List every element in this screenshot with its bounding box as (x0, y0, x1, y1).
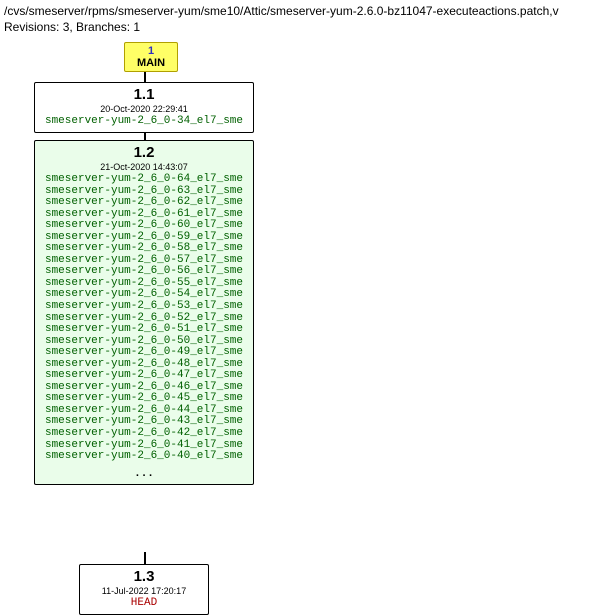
revision-tags: smeserver-yum-2_6_0-34_el7_sme (35, 114, 253, 132)
repo-path: /cvs/smeserver/rpms/smeserver-yum/sme10/… (4, 4, 592, 18)
revision-version: 1.2 (35, 141, 253, 161)
branch-label: MAIN (131, 57, 171, 69)
revision-date: 20-Oct-2020 22:29:41 (35, 104, 253, 114)
revision-node-1.2[interactable]: 1.2 21-Oct-2020 14:43:07 smeserver-yum-2… (34, 140, 254, 485)
overflow-ellipsis: ... (35, 467, 253, 485)
revision-tags: HEAD (80, 596, 208, 614)
revision-version: 1.1 (35, 83, 253, 103)
revision-date: 11-Jul-2022 17:20:17 (80, 586, 208, 596)
revision-date: 21-Oct-2020 14:43:07 (35, 162, 253, 172)
revision-node-1.3[interactable]: 1.3 11-Jul-2022 17:20:17 HEAD (79, 564, 209, 615)
revision-node-1.1[interactable]: 1.1 20-Oct-2020 22:29:41 smeserver-yum-2… (34, 82, 254, 133)
branch-number: 1 (131, 45, 171, 57)
connector (144, 552, 146, 564)
revision-version: 1.3 (80, 565, 208, 585)
revision-tags: smeserver-yum-2_6_0-64_el7_sme smeserver… (35, 172, 253, 467)
branch-main[interactable]: 1 MAIN (124, 42, 178, 72)
repo-stats: Revisions: 3, Branches: 1 (4, 20, 592, 34)
